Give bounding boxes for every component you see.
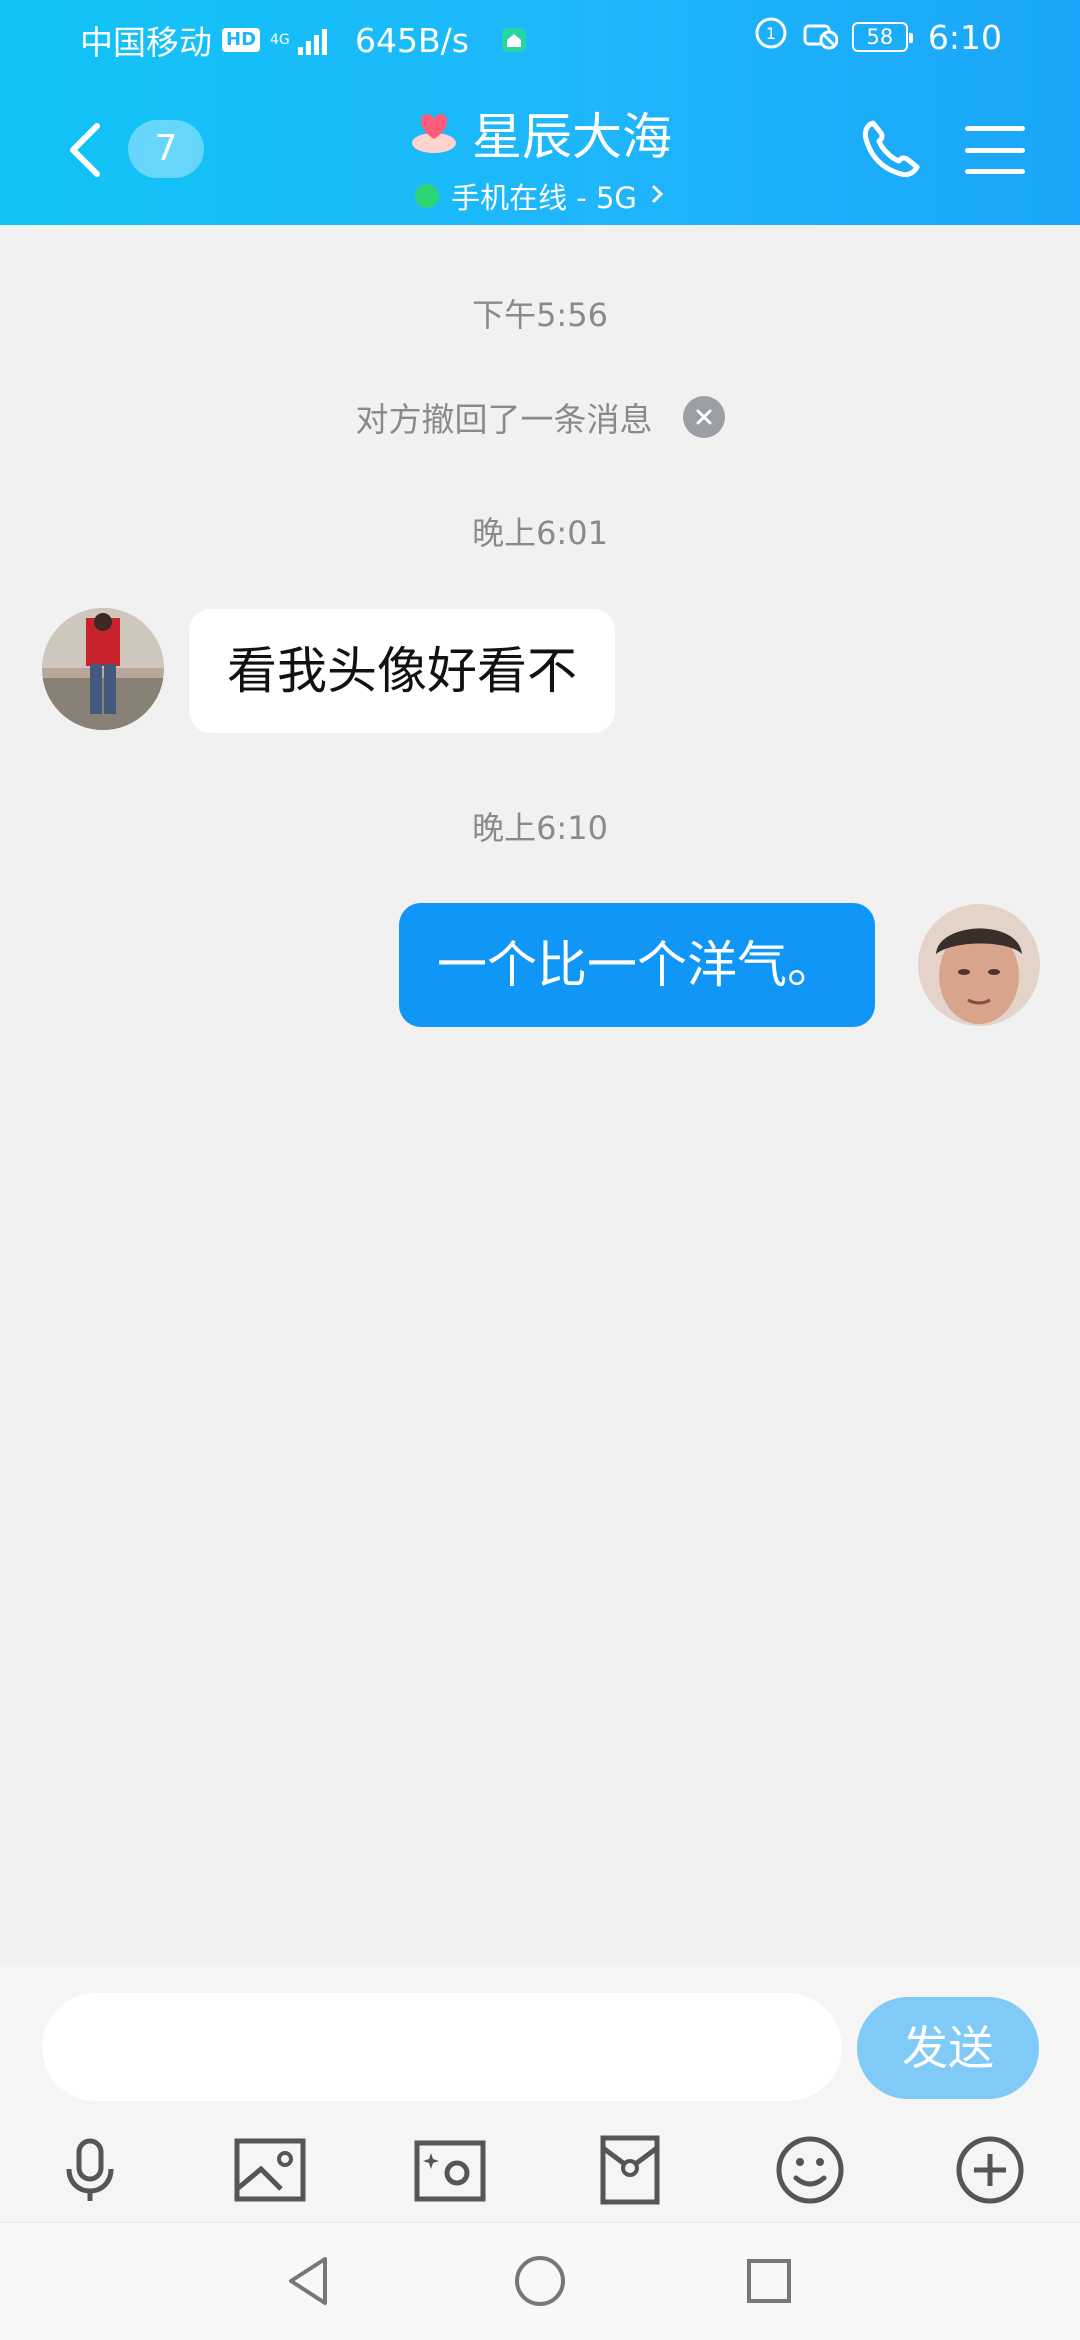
contact-avatar[interactable] <box>42 608 164 730</box>
network-type: 4G <box>270 32 290 48</box>
chat-area[interactable]: 下午5:56 对方撤回了一条消息 晚上6:01 看我头像好看不 晚上6:10 一… <box>0 225 1080 1965</box>
timestamp: 晚上6:10 <box>472 809 608 847</box>
net-speed: 645B/s <box>355 20 469 60</box>
composer: 发送 <box>0 1965 1080 2222</box>
chevron-right-icon <box>649 179 665 213</box>
message-input[interactable] <box>42 1993 842 2101</box>
my-avatar[interactable] <box>918 904 1040 1026</box>
timestamp: 下午5:56 <box>472 296 608 334</box>
status-bar: 中国移动 HD 4G 645B/s 1 58 6:10 <box>0 0 1080 75</box>
plus-icon[interactable] <box>945 2125 1035 2215</box>
heart-boat-icon <box>408 105 460 161</box>
chat-header: 中国移动 HD 4G 645B/s 1 58 6:10 7 星辰大海 手机在线 … <box>0 0 1080 225</box>
timestamp: 晚上6:01 <box>472 514 608 552</box>
clock: 6:10 <box>927 17 1002 57</box>
contact-name: 星辰大海 <box>472 108 672 166</box>
menu-button[interactable] <box>965 120 1025 180</box>
home-network-icon <box>499 25 529 55</box>
recall-notice: 对方撤回了一条消息 <box>0 393 1080 441</box>
input-toolbar <box>0 2125 1080 2215</box>
emoji-icon[interactable] <box>765 2125 855 2215</box>
status-right: 1 58 6:10 <box>754 16 1002 58</box>
battery-icon: 58 <box>851 22 913 52</box>
image-icon[interactable] <box>225 2125 315 2215</box>
data-saver-icon: 1 <box>754 16 788 58</box>
online-status: 手机在线 - 5G <box>415 175 665 217</box>
recall-text: 对方撤回了一条消息 <box>355 400 653 439</box>
camera-icon[interactable] <box>405 2125 495 2215</box>
status-left: 中国移动 HD 4G 645B/s <box>80 16 529 64</box>
hd-badge: HD <box>222 28 261 52</box>
svg-text:1: 1 <box>766 24 776 43</box>
phone-icon <box>862 120 920 178</box>
send-button[interactable]: 发送 <box>857 1997 1039 2099</box>
signal-icon <box>298 25 328 55</box>
microphone-icon[interactable] <box>45 2125 135 2215</box>
system-nav-bar <box>0 2222 1080 2340</box>
close-icon[interactable] <box>682 396 725 438</box>
alarm-off-icon <box>802 16 839 58</box>
title-row: 星辰大海 <box>408 97 672 169</box>
online-dot-icon <box>415 184 440 208</box>
carrier-name: 中国移动 <box>80 23 212 62</box>
back-triangle-icon[interactable] <box>268 2241 348 2321</box>
outgoing-message-bubble[interactable]: 一个比一个洋气。 <box>399 903 875 1027</box>
incoming-message-bubble[interactable]: 看我头像好看不 <box>189 609 615 733</box>
red-packet-icon[interactable] <box>585 2125 675 2215</box>
online-status-text: 手机在线 - 5G <box>451 181 637 215</box>
voice-call-button[interactable] <box>855 115 925 185</box>
home-circle-icon[interactable] <box>500 2241 580 2321</box>
title-bar: 7 星辰大海 手机在线 - 5G <box>0 75 1080 225</box>
recents-square-icon[interactable] <box>729 2241 809 2321</box>
battery-level: 58 <box>866 25 894 49</box>
